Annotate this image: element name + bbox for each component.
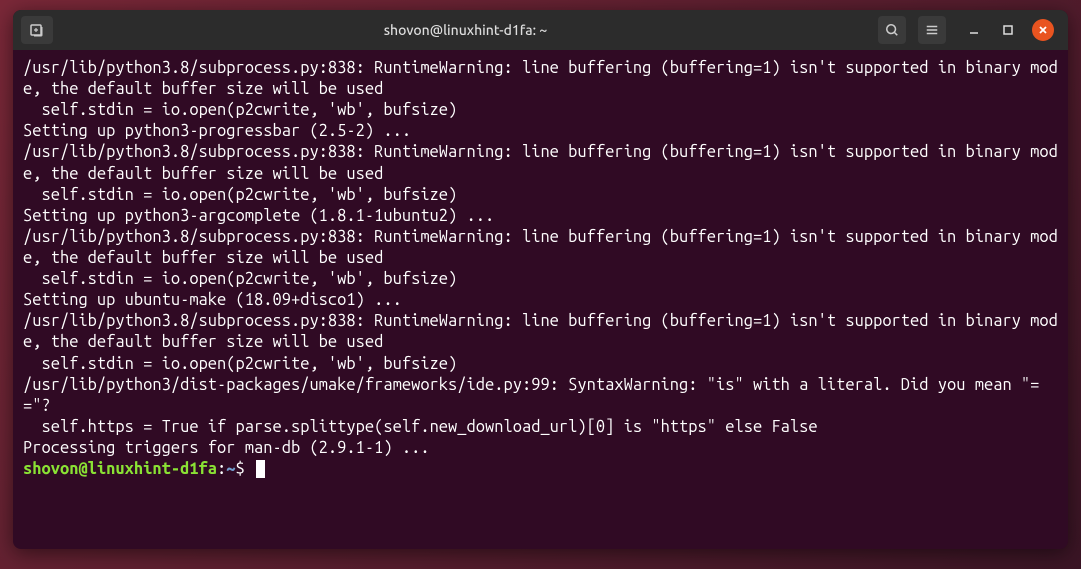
minimize-button[interactable]: [964, 20, 984, 40]
output-line: Setting up python3-argcomplete (1.8.1-1u…: [23, 207, 494, 225]
output-line: Setting up python3-progressbar (2.5-2) .…: [23, 122, 411, 140]
output-line: self.stdin = io.open(p2cwrite, 'wb', buf…: [23, 186, 457, 204]
output-line: self.https = True if parse.splittype(sel…: [23, 418, 818, 436]
output-line: /usr/lib/python3/dist-packages/umake/fra…: [23, 376, 1039, 415]
output-line: Setting up ubuntu-make (18.09+disco1) ..…: [23, 291, 402, 309]
output-line: self.stdin = io.open(p2cwrite, 'wb', buf…: [23, 101, 457, 119]
maximize-button[interactable]: [998, 20, 1018, 40]
cursor: [256, 460, 265, 478]
prompt-separator: :: [217, 460, 226, 478]
output-line: /usr/lib/python3.8/subprocess.py:838: Ru…: [23, 228, 1058, 267]
search-button[interactable]: [878, 16, 906, 44]
output-line: self.stdin = io.open(p2cwrite, 'wb', buf…: [23, 355, 457, 373]
output-line: self.stdin = io.open(p2cwrite, 'wb', buf…: [23, 270, 457, 288]
titlebar-actions: [878, 16, 946, 44]
prompt-path: ~: [226, 460, 235, 478]
new-tab-button[interactable]: [21, 16, 53, 44]
output-line: /usr/lib/python3.8/subprocess.py:838: Ru…: [23, 312, 1058, 351]
window-controls: [964, 19, 1054, 41]
menu-button[interactable]: [918, 16, 946, 44]
output-line: /usr/lib/python3.8/subprocess.py:838: Ru…: [23, 59, 1058, 98]
titlebar: shovon@linuxhint-d1fa: ~: [13, 10, 1068, 50]
output-line: Processing triggers for man-db (2.9.1-1)…: [23, 439, 430, 457]
close-button[interactable]: [1032, 19, 1054, 41]
terminal-content[interactable]: /usr/lib/python3.8/subprocess.py:838: Ru…: [13, 50, 1068, 549]
window-title: shovon@linuxhint-d1fa: ~: [61, 22, 870, 38]
prompt-user-host: shovon@linuxhint-d1fa: [23, 460, 217, 478]
prompt-symbol: $: [236, 460, 245, 478]
terminal-window: shovon@linuxhint-d1fa: ~: [13, 10, 1068, 549]
output-line: /usr/lib/python3.8/subprocess.py:838: Ru…: [23, 143, 1058, 182]
